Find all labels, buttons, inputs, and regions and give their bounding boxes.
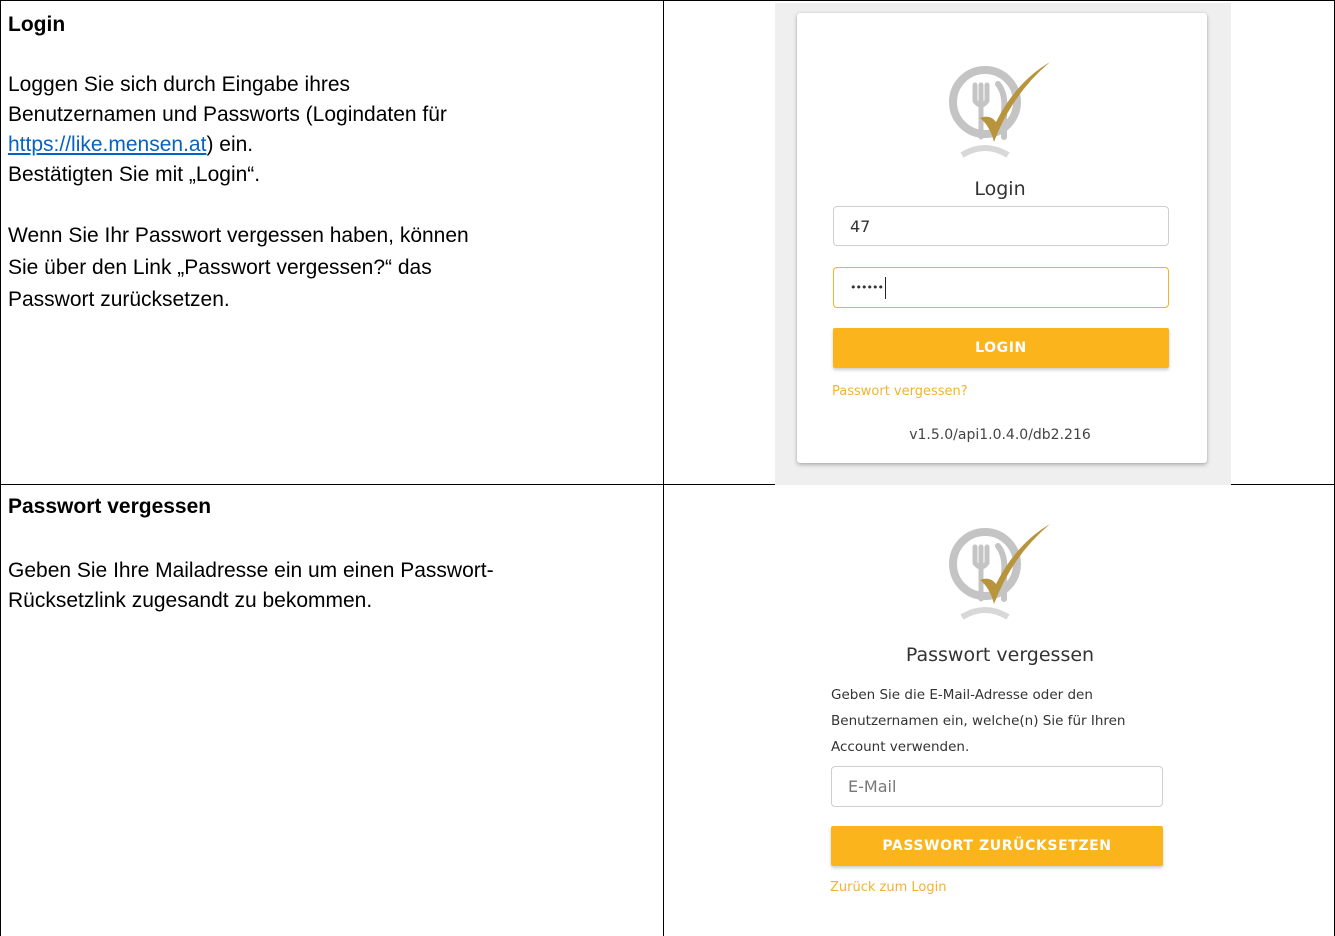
login-text-after-link: ) ein. bbox=[206, 133, 254, 156]
login-section-title: Login bbox=[8, 13, 66, 36]
password-value: •••••• bbox=[850, 281, 884, 294]
mensa-logo-icon-2 bbox=[949, 524, 1050, 620]
forgot-description-line-2: Benutzernamen ein, welche(n) Sie für Ihr… bbox=[831, 713, 1126, 729]
forgot-text-line-1: Wenn Sie Ihr Passwort vergessen haben, k… bbox=[8, 224, 469, 247]
username-value: 47 bbox=[850, 216, 871, 236]
forgot-text-line-2: Sie über den Link „Passwort vergessen?“ … bbox=[8, 256, 432, 279]
password-input[interactable]: •••••• bbox=[833, 267, 1169, 308]
forgot-instructions: Passwort vergessen Geben Sie Ihre Mailad… bbox=[8, 492, 648, 616]
table-border-top bbox=[0, 0, 1335, 1]
forgot-description-line-3: Account verwenden. bbox=[831, 739, 970, 755]
login-text-line-2: Benutzernamen und Passworts (Logindaten … bbox=[8, 103, 447, 126]
forgot-password-link[interactable]: Passwort vergessen? bbox=[832, 384, 968, 399]
forgot-form-description: Geben Sie die E-Mail-Adresse oder den Be… bbox=[831, 682, 1126, 760]
text-caret bbox=[884, 276, 887, 299]
login-text-line-3: https://like.mensen.at) ein. bbox=[8, 130, 648, 160]
forgot-form-title: Passwort vergessen bbox=[905, 644, 1095, 666]
back-to-login-link[interactable]: Zurück zum Login bbox=[830, 880, 946, 895]
username-input[interactable]: 47 bbox=[833, 206, 1169, 246]
email-placeholder: E-Mail bbox=[848, 777, 897, 796]
table-column-divider bbox=[663, 0, 664, 936]
mensa-logo-icon bbox=[949, 62, 1050, 158]
email-input[interactable]: E-Mail bbox=[831, 766, 1163, 807]
forgot-section-line-2: Rücksetzlink zugesandt zu bekommen. bbox=[8, 589, 373, 612]
forgot-section-title: Passwort vergessen bbox=[8, 495, 212, 518]
login-text-line-1: Loggen Sie sich durch Eingabe ihres bbox=[8, 73, 351, 96]
version-text: v1.5.0/api1.0.4.0/db2.216 bbox=[909, 427, 1091, 443]
login-form-title: Login bbox=[974, 178, 1026, 200]
forgot-description-line-1: Geben Sie die E-Mail-Adresse oder den bbox=[831, 687, 1093, 703]
reset-password-button[interactable]: PASSWORT ZURÜCKSETZEN bbox=[831, 826, 1163, 866]
mensen-link[interactable]: https://like.mensen.at bbox=[8, 133, 206, 156]
login-confirm-text: Bestätigten Sie mit „Login“. bbox=[8, 163, 261, 186]
login-instructions: Login Loggen Sie sich durch Eingabe ihre… bbox=[8, 10, 648, 316]
login-button[interactable]: LOGIN bbox=[833, 328, 1169, 368]
forgot-section-line-1: Geben Sie Ihre Mailadresse ein um einen … bbox=[8, 559, 494, 582]
forgot-text-line-3: Passwort zurücksetzen. bbox=[8, 288, 230, 311]
table-border-left bbox=[0, 0, 1, 936]
